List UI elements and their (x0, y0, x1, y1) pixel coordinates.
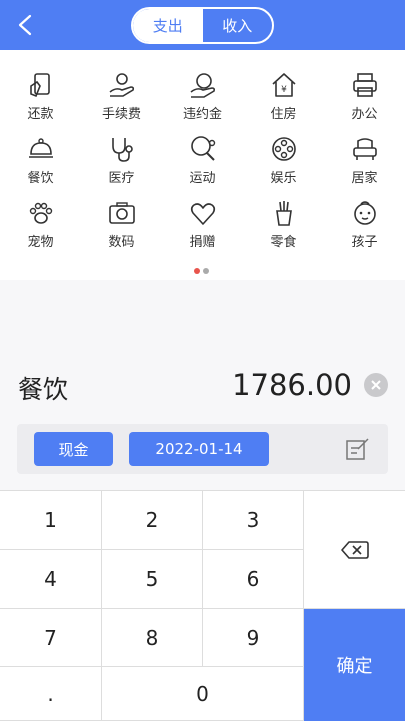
category-label: 孩子 (351, 235, 378, 250)
entertainment-icon (271, 137, 296, 161)
page-indicator (194, 268, 209, 274)
digital-icon (108, 202, 135, 224)
key-1[interactable]: 1 (0, 491, 102, 550)
page-dot-active (194, 268, 200, 274)
category-item[interactable]: 娱乐 (243, 126, 324, 186)
category-item[interactable]: 宠物 (0, 190, 81, 250)
note-edit-icon[interactable] (344, 436, 370, 462)
page-dot (203, 268, 209, 274)
close-icon (371, 380, 381, 390)
key-6[interactable]: 6 (203, 550, 304, 609)
category-label: 宠物 (27, 235, 54, 250)
sports-icon (190, 136, 215, 161)
selected-category: 餐饮 (18, 375, 69, 404)
category-item[interactable]: 数码 (81, 190, 162, 250)
key-9[interactable]: 9 (203, 609, 304, 667)
key-0[interactable]: 0 (102, 667, 304, 721)
amount-display: 1786.00 (232, 368, 352, 402)
pet-icon (29, 202, 52, 224)
numeric-keypad: 1 2 3 4 5 6 7 8 9 . 0 确定 (0, 490, 405, 721)
child-icon (353, 201, 376, 225)
category-label: 捐赠 (189, 235, 216, 250)
category-label: 运动 (189, 171, 216, 186)
category-item[interactable]: 手续费 (81, 62, 162, 122)
category-label: 医疗 (108, 171, 135, 186)
top-bar: 支出 收入 (0, 0, 405, 50)
category-item[interactable]: 捐赠 (162, 190, 243, 250)
category-item[interactable]: 医疗 (81, 126, 162, 186)
dining-icon (28, 138, 53, 158)
category-label: 餐饮 (27, 171, 54, 186)
svg-text:¥: ¥ (281, 85, 287, 95)
back-arrow-icon[interactable] (12, 10, 40, 40)
category-label: 娱乐 (270, 171, 297, 186)
category-grid: 还款 手续费 违约金 ¥ 住房 办公 餐饮 医疗 运动 娱乐 居家 宠物 数码 … (0, 50, 405, 280)
tab-income[interactable]: 收入 (203, 9, 273, 42)
snack-icon (275, 201, 292, 226)
key-7[interactable]: 7 (0, 609, 102, 667)
backspace-button[interactable] (304, 491, 405, 609)
housing-icon: ¥ (271, 73, 296, 97)
category-item[interactable]: 零食 (243, 190, 324, 250)
key-5[interactable]: 5 (102, 550, 203, 609)
backspace-icon (340, 540, 369, 559)
key-4[interactable]: 4 (0, 550, 102, 609)
category-item[interactable]: 运动 (162, 126, 243, 186)
home-icon (352, 138, 377, 160)
category-label: 数码 (108, 235, 135, 250)
category-label: 还款 (27, 107, 54, 122)
category-item[interactable]: ¥ 住房 (243, 62, 324, 122)
category-item[interactable]: 孩子 (324, 190, 405, 250)
tab-expense[interactable]: 支出 (133, 9, 203, 42)
key-dot[interactable]: . (0, 667, 102, 721)
category-label: 手续费 (101, 107, 141, 122)
key-8[interactable]: 8 (102, 609, 203, 667)
fee-icon (108, 73, 134, 97)
category-label: 办公 (351, 107, 378, 122)
confirm-button[interactable]: 确定 (304, 609, 405, 721)
penalty-icon (189, 73, 215, 98)
key-2[interactable]: 2 (102, 491, 203, 550)
donation-icon (190, 203, 215, 225)
medical-icon (111, 138, 133, 162)
clear-button[interactable] (364, 373, 388, 397)
office-icon (352, 73, 377, 97)
category-label: 居家 (351, 171, 378, 186)
key-3[interactable]: 3 (203, 491, 304, 550)
category-label: 零食 (270, 235, 297, 250)
category-label: 违约金 (182, 107, 222, 122)
category-label: 住房 (270, 107, 297, 122)
category-item[interactable]: 居家 (324, 126, 405, 186)
type-toggle: 支出 收入 (131, 7, 274, 44)
category-item[interactable]: 办公 (324, 62, 405, 122)
options-bar: 现金 2022-01-14 (17, 424, 388, 474)
date-button[interactable]: 2022-01-14 (129, 432, 269, 466)
category-item[interactable]: 违约金 (162, 62, 243, 122)
category-item[interactable]: 餐饮 (0, 126, 81, 186)
account-button[interactable]: 现金 (34, 432, 113, 466)
repay-icon (29, 73, 50, 98)
category-item[interactable]: 还款 (0, 62, 81, 122)
